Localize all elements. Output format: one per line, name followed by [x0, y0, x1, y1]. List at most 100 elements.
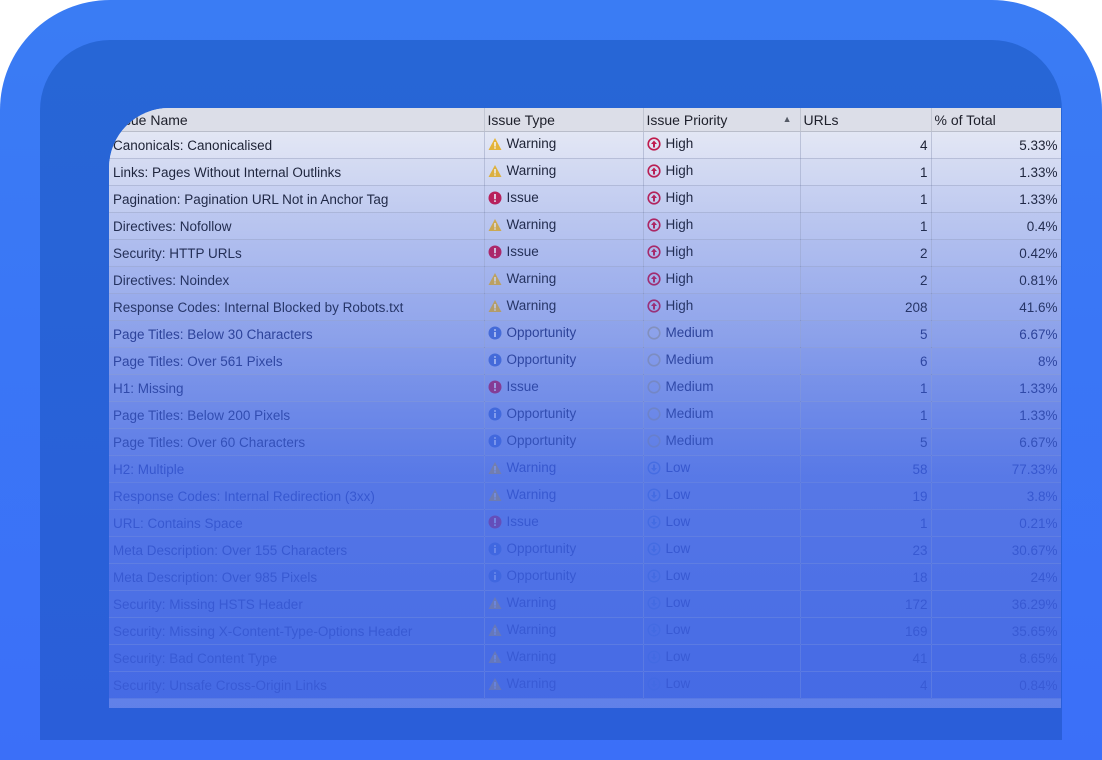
- issue-name: Security: Missing X-Content-Type-Options…: [113, 623, 413, 639]
- urls-count: 18: [912, 569, 928, 585]
- percent-of-total: 35.65%: [1011, 623, 1058, 639]
- percent-of-total: 6.67%: [1019, 434, 1058, 450]
- urls-count: 4: [919, 137, 928, 153]
- issue-type-label: Warning: [506, 163, 557, 179]
- table-row[interactable]: Security: HTTP URLs Issue High 2 0.42%: [109, 239, 1061, 267]
- issue-priority-label: High: [665, 136, 694, 152]
- percent-of-total: 77.33%: [1011, 461, 1058, 477]
- table-row[interactable]: H1: Missing Issue Medium 1 1.33%: [109, 374, 1061, 402]
- urls-count: 1: [919, 191, 928, 207]
- issue-name: Response Codes: Internal Blocked by Robo…: [113, 299, 404, 315]
- issue-type-cell: Warning: [484, 617, 644, 645]
- table-row[interactable]: Page Titles: Over 561 Pixels Opportunity…: [109, 347, 1061, 375]
- urls-cell: 18: [800, 563, 932, 591]
- warning-icon: [488, 164, 502, 178]
- percent-of-total: 0.81%: [1019, 272, 1058, 288]
- priority-medium-icon: [646, 353, 661, 367]
- issue-name-cell: Security: Missing X-Content-Type-Options…: [109, 617, 485, 645]
- table-row[interactable]: Meta Description: Over 985 Pixels Opport…: [109, 563, 1061, 591]
- issue-type-cell: Warning: [484, 293, 644, 321]
- issue-type-label: Opportunity: [506, 352, 577, 368]
- issue-name: Page Titles: Over 60 Characters: [113, 434, 306, 450]
- issue-type-label: Warning: [506, 298, 557, 314]
- table-row[interactable]: Meta Description: Over 155 Characters Op…: [109, 536, 1061, 564]
- urls-cell: 1: [800, 401, 932, 429]
- issue-priority-cell: Medium: [643, 428, 801, 456]
- priority-low-icon: [646, 461, 661, 475]
- table-row[interactable]: Security: Unsafe Cross-Origin Links Warn…: [109, 671, 1061, 699]
- issue-priority-cell: Low: [643, 590, 801, 618]
- table-row[interactable]: Page Titles: Over 60 Characters Opportun…: [109, 428, 1061, 456]
- issue-name: Directives: Noindex: [113, 272, 230, 288]
- table-row[interactable]: Canonicals: Canonicalised Warning High 4…: [109, 131, 1061, 159]
- opportunity-icon: [488, 353, 502, 367]
- issue-priority-label: Medium: [665, 352, 714, 368]
- table-row[interactable]: Page Titles: Below 200 Pixels Opportunit…: [109, 401, 1061, 429]
- urls-count: 1: [919, 218, 928, 234]
- urls-cell: 169: [800, 617, 932, 645]
- issue-type-cell: Warning: [484, 482, 644, 510]
- percent-cell: 24%: [931, 563, 1061, 591]
- percent-cell: 0.81%: [931, 266, 1061, 294]
- issue-type-cell: Opportunity: [484, 563, 644, 591]
- column-header-issue-type[interactable]: Issue Type: [484, 108, 644, 132]
- issue-icon: [488, 515, 502, 529]
- percent-cell: 8.65%: [931, 644, 1061, 672]
- urls-cell: 4: [800, 131, 932, 159]
- issue-type-label: Warning: [506, 595, 557, 611]
- issue-type-label: Issue: [506, 190, 539, 206]
- urls-count: 19: [912, 488, 928, 504]
- issue-name-cell: Response Codes: Internal Redirection (3x…: [109, 482, 485, 510]
- issue-priority-label: Low: [665, 487, 691, 503]
- urls-count: 6: [919, 353, 928, 369]
- percent-of-total: 0.21%: [1019, 515, 1058, 531]
- issue-icon: [488, 380, 502, 394]
- table-row[interactable]: Response Codes: Internal Blocked by Robo…: [109, 293, 1061, 321]
- urls-cell: 6: [800, 347, 932, 375]
- issue-name-cell: Meta Description: Over 985 Pixels: [109, 563, 485, 591]
- issue-priority-cell: High: [643, 266, 801, 294]
- priority-high-icon: [646, 245, 661, 259]
- table-row[interactable]: Directives: Noindex Warning High 2 0.81%: [109, 266, 1061, 294]
- urls-cell: 2: [800, 266, 932, 294]
- percent-of-total: 30.67%: [1011, 542, 1058, 558]
- issue-name-cell: Links: Pages Without Internal Outlinks: [109, 158, 485, 186]
- issue-priority-label: High: [665, 271, 694, 287]
- issue-type-cell: Opportunity: [484, 536, 644, 564]
- column-header-percent-of-total[interactable]: % of Total: [931, 108, 1061, 132]
- issue-priority-label: High: [665, 298, 694, 314]
- table-row[interactable]: Directives: Nofollow Warning High 1 0.4%: [109, 212, 1061, 240]
- column-header-issue-priority[interactable]: Issue Priority ▲: [643, 108, 801, 132]
- table-row[interactable]: Pagination: Pagination URL Not in Anchor…: [109, 185, 1061, 213]
- table-row[interactable]: Response Codes: Internal Redirection (3x…: [109, 482, 1061, 510]
- percent-cell: 1.33%: [931, 158, 1061, 186]
- table-row[interactable]: Page Titles: Below 30 Characters Opportu…: [109, 320, 1061, 348]
- issue-name: H1: Missing: [113, 380, 184, 396]
- issue-priority-label: Medium: [665, 433, 714, 449]
- issue-type-label: Warning: [506, 136, 557, 152]
- issue-priority-cell: Low: [643, 617, 801, 645]
- issue-type-label: Warning: [506, 271, 557, 287]
- urls-cell: 1: [800, 185, 932, 213]
- issue-type-label: Issue: [506, 514, 539, 530]
- table-row[interactable]: H2: Multiple Warning Low 58 77.33%: [109, 455, 1061, 483]
- issue-priority-label: Low: [665, 649, 691, 665]
- warning-icon: [488, 596, 502, 610]
- issue-name-cell: H1: Missing: [109, 374, 485, 402]
- issue-name-cell: Security: HTTP URLs: [109, 239, 485, 267]
- issue-name-cell: Page Titles: Below 30 Characters: [109, 320, 485, 348]
- warning-icon: [488, 272, 502, 286]
- issue-priority-label: High: [665, 190, 694, 206]
- issue-priority-cell: High: [643, 239, 801, 267]
- issue-type-label: Issue: [506, 244, 539, 260]
- table-row[interactable]: Security: Missing HSTS Header Warning Lo…: [109, 590, 1061, 618]
- table-row[interactable]: URL: Contains Space Issue Low 1 0.21%: [109, 509, 1061, 537]
- table-row[interactable]: Security: Missing X-Content-Type-Options…: [109, 617, 1061, 645]
- table-row[interactable]: Links: Pages Without Internal Outlinks W…: [109, 158, 1061, 186]
- priority-low-icon: [646, 677, 661, 691]
- column-header-urls[interactable]: URLs: [800, 108, 932, 132]
- urls-cell: 41: [800, 644, 932, 672]
- column-header-issue-name[interactable]: Issue Name: [109, 108, 485, 132]
- urls-count: 1: [919, 380, 928, 396]
- table-row[interactable]: Security: Bad Content Type Warning Low 4…: [109, 644, 1061, 672]
